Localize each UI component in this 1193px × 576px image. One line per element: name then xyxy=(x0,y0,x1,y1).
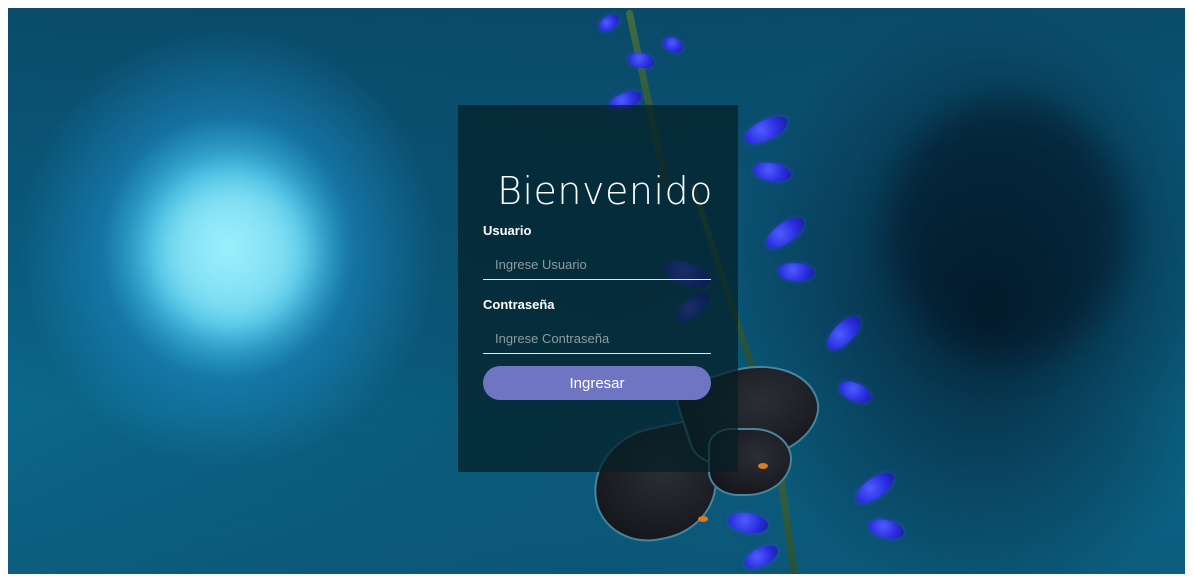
flower-petal xyxy=(760,213,810,253)
flower-petal xyxy=(740,112,792,148)
flower-petal xyxy=(821,311,867,355)
username-input[interactable] xyxy=(483,250,711,280)
flower-petal xyxy=(751,158,793,186)
flower-petal xyxy=(866,514,906,544)
flower-petal xyxy=(726,508,770,538)
background-bokeh-dark xyxy=(888,98,1128,358)
flower-petal xyxy=(850,468,900,508)
butterfly-spot xyxy=(758,463,768,469)
flower-petal xyxy=(660,33,686,57)
login-title: Bienvenido xyxy=(497,169,713,213)
login-submit-button[interactable]: Ingresar xyxy=(483,366,711,400)
flower-petal xyxy=(596,12,622,34)
password-input[interactable] xyxy=(483,324,711,354)
butterfly-spot xyxy=(698,516,708,522)
login-panel: Bienvenido Usuario Contraseña Ingresar xyxy=(458,105,738,472)
username-label: Usuario xyxy=(483,223,532,238)
flower-petal xyxy=(835,375,875,409)
flower-petal xyxy=(741,542,781,572)
background-bokeh-light xyxy=(158,178,308,328)
password-label: Contraseña xyxy=(483,297,555,312)
flower-petal xyxy=(776,260,816,284)
